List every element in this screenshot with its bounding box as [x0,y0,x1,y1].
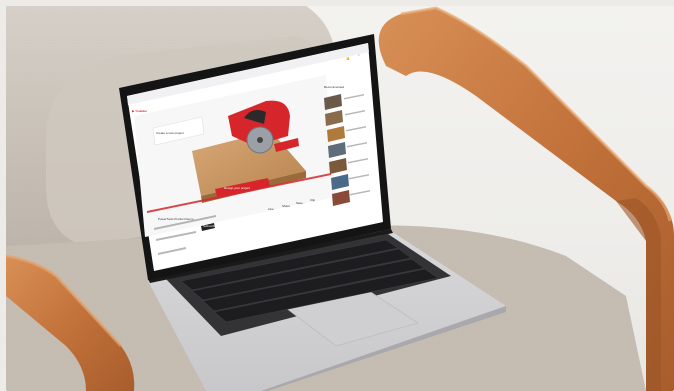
search-icon[interactable]: ⌕ [358,54,360,57]
action-save[interactable]: Save [296,202,303,205]
bell-icon[interactable]: 🔔 [346,57,350,60]
photo-scene: ▶ Youtube Create a new project Design yo… [0,0,674,391]
action-share[interactable]: Share [282,205,290,208]
sidebar-heading: Recommended [324,86,345,89]
screen-text-layer: ▶ Youtube Create a new project Design yo… [6,6,674,391]
action-clip[interactable]: Clip [310,199,315,202]
video-title: PowerTools Product Demo [158,218,194,221]
photo-frame: ▶ Youtube Create a new project Design yo… [6,6,674,391]
subscribe-button[interactable]: Subscribe [203,225,216,228]
site-logo[interactable]: ▶ Youtube [132,110,147,113]
video-overlay-heading: Create a new project [156,132,184,135]
video-cta-label[interactable]: Design your project [224,187,250,190]
action-like[interactable]: Like [268,208,274,211]
